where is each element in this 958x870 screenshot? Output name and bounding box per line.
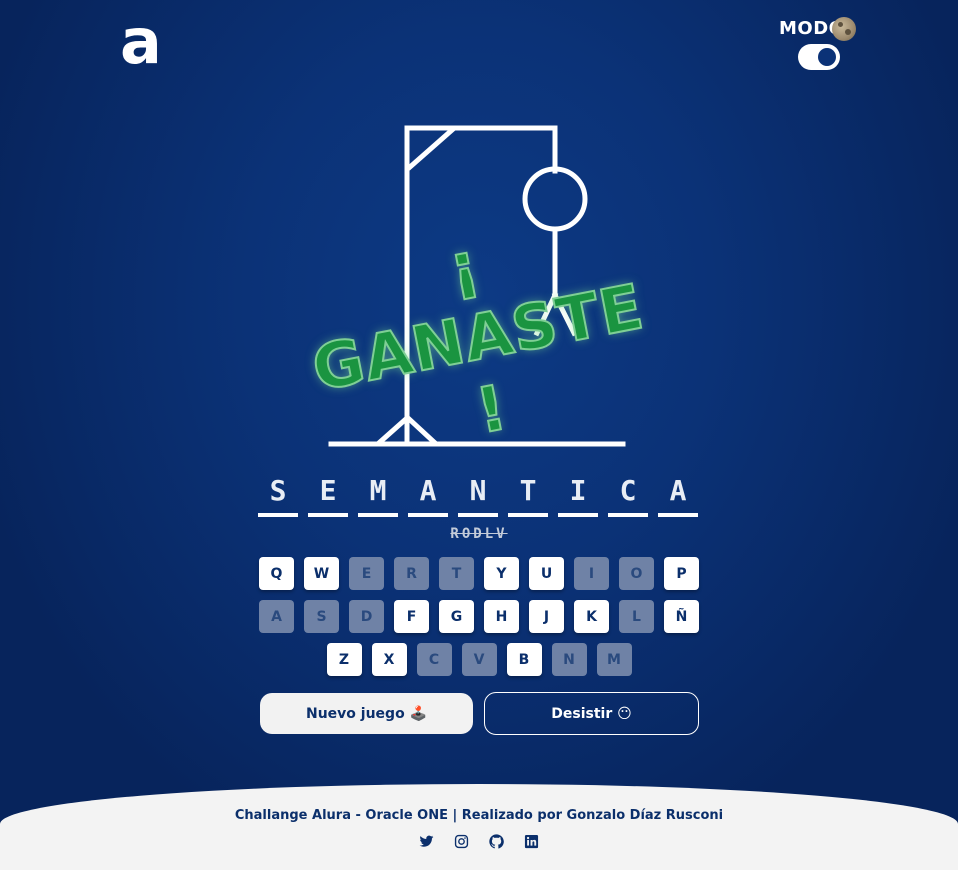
twitter-icon[interactable] <box>419 834 434 849</box>
key-z[interactable]: Z <box>326 643 362 676</box>
key-b[interactable]: B <box>506 643 542 676</box>
word-letter: A <box>669 474 687 507</box>
letter-keyboard: QWERTYUIOP ASDFGHJKLÑ ZXCVBNM <box>0 557 958 686</box>
keyboard-row: QWERTYUIOP <box>0 557 958 590</box>
key-q[interactable]: Q <box>259 557 294 590</box>
word-slot: T <box>508 474 548 517</box>
letter-underline <box>308 513 348 517</box>
letter-underline <box>658 513 698 517</box>
word-slot: C <box>608 474 648 517</box>
word-slot: I <box>558 474 598 517</box>
word-slot: S <box>258 474 298 517</box>
key-s[interactable]: S <box>304 600 339 633</box>
word-letter: C <box>619 474 637 507</box>
key-f[interactable]: F <box>394 600 429 633</box>
key-d[interactable]: D <box>349 600 384 633</box>
keyboard-row: ASDFGHJKLÑ <box>0 600 958 633</box>
new-game-button[interactable]: Nuevo juego 🕹️ <box>260 693 473 734</box>
key-e[interactable]: E <box>349 557 384 590</box>
key-k[interactable]: K <box>574 600 609 633</box>
wrong-letters: RODLV <box>450 526 508 542</box>
key-x[interactable]: X <box>371 643 407 676</box>
letter-underline <box>408 513 448 517</box>
key-r[interactable]: R <box>394 557 429 590</box>
key-n[interactable]: N <box>551 643 587 676</box>
word-letter: A <box>419 474 437 507</box>
word-letter: T <box>519 474 537 507</box>
word-slot: E <box>308 474 348 517</box>
letter-underline <box>258 513 298 517</box>
key-p[interactable]: P <box>664 557 699 590</box>
key-j[interactable]: J <box>529 600 564 633</box>
key-w[interactable]: W <box>304 557 339 590</box>
key-u[interactable]: U <box>529 557 564 590</box>
word-slot: A <box>658 474 698 517</box>
word-slot: A <box>408 474 448 517</box>
key-i[interactable]: I <box>574 557 609 590</box>
word-letter: E <box>319 474 337 507</box>
key-t[interactable]: T <box>439 557 474 590</box>
linkedin-icon[interactable] <box>524 834 539 849</box>
letter-underline <box>458 513 498 517</box>
word-letter: M <box>369 474 387 507</box>
word-display: SEMANTICA <box>258 474 698 517</box>
instagram-icon[interactable] <box>454 834 469 849</box>
gallows-brace <box>406 126 456 171</box>
footer-credit: Challange Alura - Oracle ONE | Realizado… <box>234 808 724 823</box>
key-v[interactable]: V <box>461 643 497 676</box>
word-slot: M <box>358 474 398 517</box>
letter-underline <box>508 513 548 517</box>
letter-underline <box>608 513 648 517</box>
key-l[interactable]: L <box>619 600 654 633</box>
key-o[interactable]: O <box>619 557 654 590</box>
letter-underline <box>558 513 598 517</box>
word-letter: N <box>469 474 487 507</box>
key-ñ[interactable]: Ñ <box>664 600 699 633</box>
key-y[interactable]: Y <box>484 557 519 590</box>
github-icon[interactable] <box>489 834 504 849</box>
social-links <box>0 834 958 849</box>
keyboard-row: ZXCVBNM <box>0 643 958 676</box>
key-h[interactable]: H <box>484 600 519 633</box>
key-a[interactable]: A <box>259 600 294 633</box>
give-up-button[interactable]: Desistir 😶 <box>484 692 699 735</box>
word-slot: N <box>458 474 498 517</box>
word-letter: S <box>269 474 287 507</box>
key-m[interactable]: M <box>596 643 632 676</box>
key-c[interactable]: C <box>416 643 452 676</box>
letter-underline <box>358 513 398 517</box>
key-g[interactable]: G <box>439 600 474 633</box>
word-letter: I <box>569 474 587 507</box>
footer: Challange Alura - Oracle ONE | Realizado… <box>0 784 958 870</box>
